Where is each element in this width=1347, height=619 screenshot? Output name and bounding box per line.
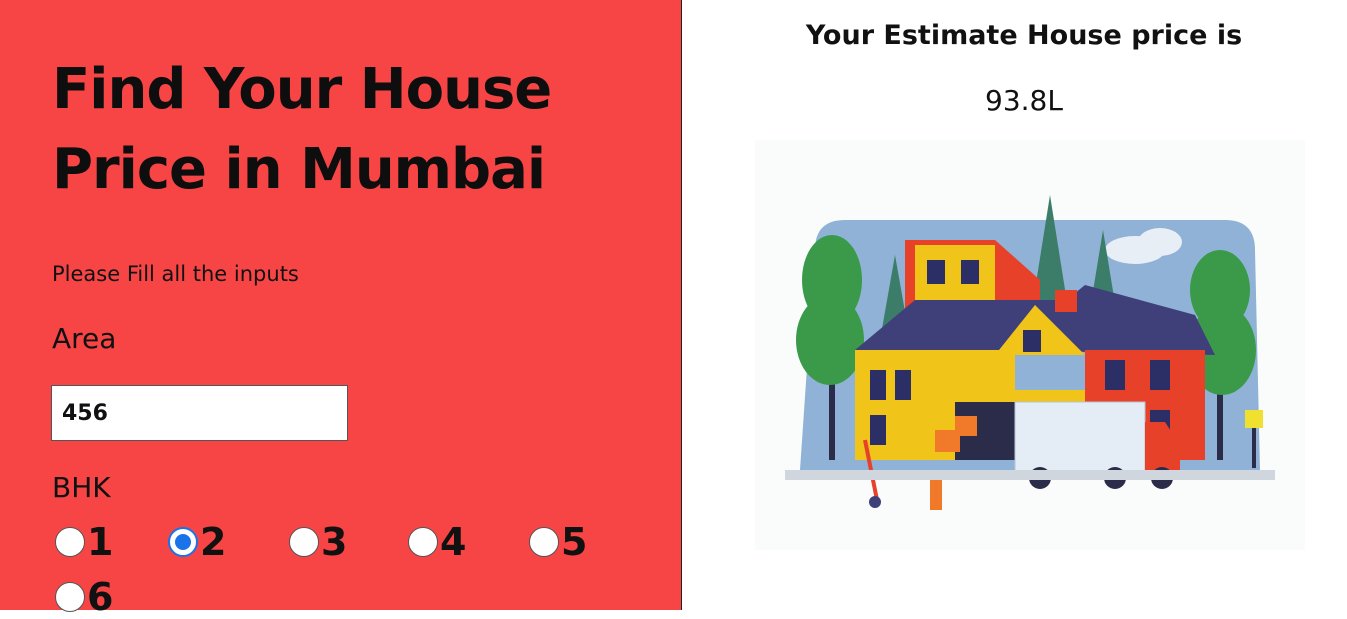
bhk-radio-6[interactable] xyxy=(55,582,85,612)
bhk-option-4[interactable]: 4 xyxy=(408,520,466,564)
window xyxy=(1023,330,1041,352)
bhk-option-label: 6 xyxy=(87,575,114,619)
bhk-option-label: 4 xyxy=(440,520,467,564)
bhk-radio-4[interactable] xyxy=(408,527,438,557)
result-panel: Your Estimate House price is 93.8L xyxy=(683,0,1347,610)
mailbox-post xyxy=(1252,428,1256,468)
bhk-option-3[interactable]: 3 xyxy=(289,520,347,564)
page-title: Find Your House Price in Mumbai xyxy=(52,57,552,202)
estimate-value: 93.8L xyxy=(985,84,1063,117)
house-illustration xyxy=(755,140,1305,550)
form-hint: Please Fill all the inputs xyxy=(52,262,299,286)
mailbox xyxy=(1245,410,1263,428)
bhk-option-label: 3 xyxy=(321,520,348,564)
moving-box xyxy=(955,416,977,436)
tree-canopy xyxy=(796,295,864,385)
area-label: Area xyxy=(52,322,117,355)
bhk-radio-1[interactable] xyxy=(55,527,85,557)
window xyxy=(927,260,945,284)
form-panel: Find Your House Price in Mumbai Please F… xyxy=(0,0,682,619)
truck-cargo xyxy=(1014,401,1146,473)
bhk-radio-5[interactable] xyxy=(529,527,559,557)
bhk-label: BHK xyxy=(52,471,111,504)
bhk-option-label: 2 xyxy=(200,520,227,564)
bhk-radio-3[interactable] xyxy=(289,527,319,557)
moving-box xyxy=(930,475,942,510)
window xyxy=(870,370,886,400)
bhk-option-1[interactable]: 1 xyxy=(55,520,113,564)
window xyxy=(895,370,911,400)
cloud xyxy=(1138,228,1182,256)
house-illustration-svg xyxy=(785,195,1275,510)
window xyxy=(1150,360,1170,390)
window xyxy=(961,260,979,284)
chimney xyxy=(1055,290,1077,312)
area-input[interactable] xyxy=(51,385,348,441)
ground xyxy=(785,470,1275,480)
estimate-heading: Your Estimate House price is xyxy=(805,20,1243,51)
bhk-option-2[interactable]: 2 xyxy=(168,520,226,564)
bhk-option-label: 5 xyxy=(561,520,588,564)
hand-truck-wheel xyxy=(869,496,881,508)
window xyxy=(870,415,886,445)
window xyxy=(1105,360,1125,390)
bhk-option-6[interactable]: 6 xyxy=(55,575,113,619)
bhk-option-label: 1 xyxy=(87,520,114,564)
bhk-radio-2[interactable] xyxy=(168,527,198,557)
bhk-option-5[interactable]: 5 xyxy=(529,520,587,564)
